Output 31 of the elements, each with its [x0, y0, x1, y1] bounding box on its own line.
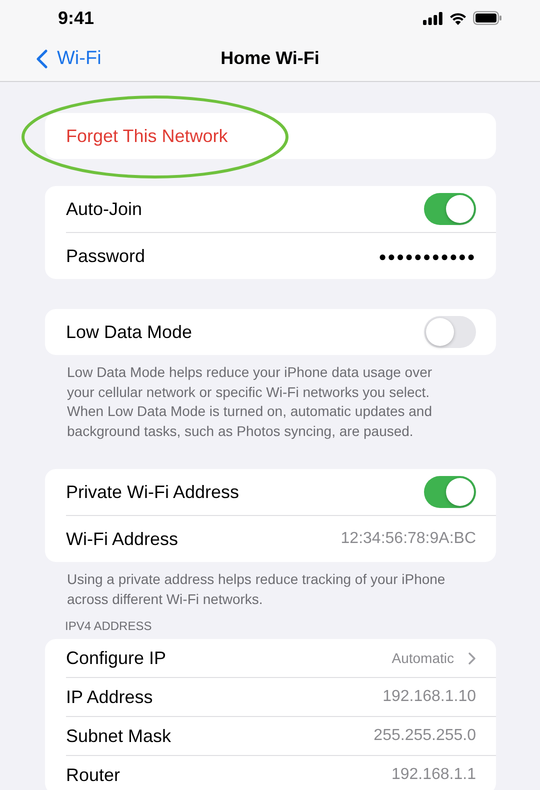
row-value: 255.255.255.0 — [374, 727, 476, 745]
back-button[interactable]: Wi-Fi — [36, 48, 102, 70]
toggle-switch[interactable] — [424, 476, 476, 508]
status-time: 9:41 — [58, 8, 94, 28]
chevron-left-icon — [36, 48, 48, 68]
nav-title: Home Wi-Fi — [220, 48, 320, 69]
section-footer: Using a private address helps reduce tracking of your iPhone across different Wi-Fi networks. — [45, 562, 496, 609]
wifi-icon — [449, 12, 467, 24]
row-label: Password — [66, 246, 146, 266]
section-footer: Low Data Mode helps reduce your iPhone data usage over your cellular network or specific Wi-Fi networks you select. When Low Data Mode is turned on, automatic updates and background tasks, such as Photos syncing, are paused. — [45, 355, 496, 441]
back-label: Wi-Fi — [57, 48, 102, 70]
row-value: 12:34:56:78:9A:BC — [340, 530, 476, 548]
toggle-switch[interactable] — [424, 193, 476, 225]
section-header: IPV4 ADDRESS — [64, 618, 153, 635]
row-label: Wi-Fi Address — [66, 528, 180, 550]
toggle-switch[interactable] — [424, 316, 476, 348]
row-value: ●●●●●●●●●●● — [378, 248, 476, 264]
row-value: 192.168.1.1 — [391, 766, 476, 784]
row-label: Auto-Join — [66, 198, 144, 220]
forget-network-button[interactable]: Forget This Network — [66, 126, 228, 146]
row-value[interactable]: Automatic — [392, 650, 454, 666]
row-label: Router — [66, 764, 122, 786]
row-label: IP Address — [66, 686, 154, 708]
row-label: Private Wi-Fi Address — [66, 482, 240, 502]
row-value: 192.168.1.10 — [382, 688, 476, 706]
row-label: Low Data Mode — [66, 322, 194, 342]
row-label: Configure IP — [66, 648, 168, 668]
battery-icon — [473, 11, 502, 25]
row-label: Subnet Mask — [66, 726, 172, 746]
chevron-right-icon — [468, 652, 476, 664]
signal-icon — [423, 12, 443, 24]
